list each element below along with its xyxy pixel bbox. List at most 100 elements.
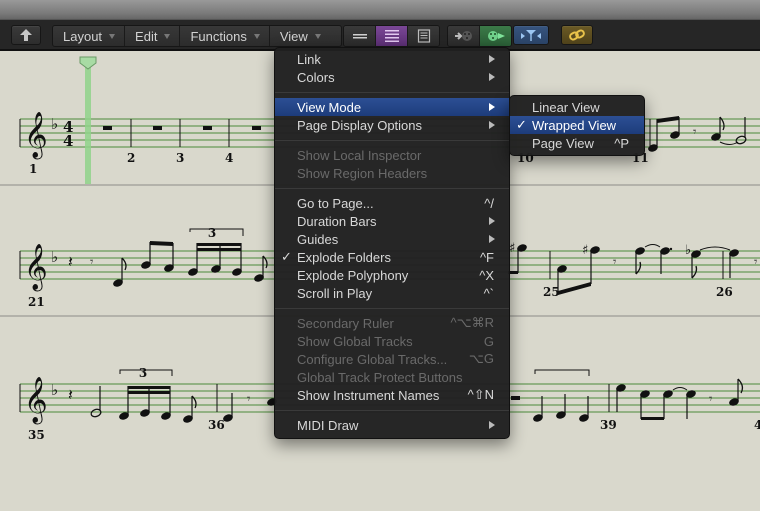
whole-rest [252, 126, 261, 130]
menu-item-guides[interactable]: Guides [275, 230, 509, 248]
bar-number: 39 [600, 418, 617, 432]
bar-number: 21 [28, 295, 45, 309]
menu-separator [275, 92, 509, 93]
bar-number: 4 [225, 151, 233, 165]
menu-item-duration-bars[interactable]: Duration Bars [275, 212, 509, 230]
menu-item-go-to-page[interactable]: Go to Page... ^/ [275, 194, 509, 212]
bar-number: 2 [127, 151, 135, 165]
checkmark-icon: ✓ [281, 249, 292, 264]
menu-item-label: Show Local Inspector [297, 147, 422, 163]
treble-clef-icon: 𝄞 [24, 112, 48, 160]
menu-item-label: Linear View [532, 99, 600, 115]
menu-item-linear-view[interactable]: Linear View [510, 98, 644, 116]
menu-item-label: Global Track Protect Buttons [297, 369, 463, 385]
menu-item-page-view[interactable]: Page View ^P [510, 134, 644, 152]
bar-number: 26 [716, 285, 733, 299]
menu-item-label: Page Display Options [297, 117, 423, 133]
svg-text:𝄽: 𝄽 [68, 385, 73, 404]
svg-text:𝄾: 𝄾 [754, 255, 758, 270]
bar-number: 3 [176, 151, 184, 165]
menu-item-page-display-options[interactable]: Page Display Options [275, 116, 509, 134]
key-signature-flat: ♭ [51, 381, 58, 399]
whole-rest [153, 126, 162, 130]
menu-separator [275, 410, 509, 411]
menu-separator [275, 188, 509, 189]
menu-item-label: Secondary Ruler [297, 315, 394, 331]
svg-text:♯: ♯ [582, 243, 588, 258]
menu-item-label: Link [297, 51, 321, 67]
svg-text:𝄽: 𝄽 [68, 252, 73, 271]
view-menu-dropdown: Link Colors View Mode Page Display Options S… [274, 47, 510, 439]
menu-item-label: Duration Bars [297, 213, 377, 229]
submenu-arrow-icon [489, 235, 495, 243]
treble-clef-icon: 𝄞 [24, 377, 48, 425]
treble-clef-icon: 𝄞 [24, 244, 48, 292]
whole-rest [203, 126, 212, 130]
menu-item-label: Explode Folders [297, 249, 391, 265]
svg-text:𝄾: 𝄾 [613, 255, 617, 270]
menu-item-show-region-headers: Show Region Headers [275, 164, 509, 182]
playhead[interactable] [85, 60, 91, 184]
submenu-arrow-icon [489, 217, 495, 225]
time-signature-bottom: 4 [63, 132, 73, 150]
menu-item-label: Scroll in Play [297, 285, 373, 301]
svg-text:𝄾: 𝄾 [709, 392, 713, 407]
menu-item-shortcut: ^F [479, 249, 494, 265]
menu-item-explode-polyphony[interactable]: Explode Polyphony ^X [275, 266, 509, 284]
submenu-arrow-icon [489, 55, 495, 63]
key-signature-flat: ♭ [51, 115, 58, 133]
menu-item-view-mode[interactable]: View Mode [275, 98, 509, 116]
menu-item-label: Guides [297, 231, 339, 247]
bar-number: 4 [754, 418, 760, 432]
bar-number: 25 [543, 285, 560, 299]
menu-item-shortcut: ^⇧N [467, 387, 494, 402]
svg-text:𝄾: 𝄾 [90, 255, 94, 270]
menu-item-shortcut: ^` [483, 285, 494, 301]
menu-item-shortcut: ⌥G [468, 351, 494, 366]
bar-number: 35 [28, 428, 45, 442]
row-3-notes: 𝄽 𝄾 [68, 369, 277, 423]
menu-item-colors[interactable]: Colors [275, 68, 509, 86]
menu-item-label: Show Global Tracks [297, 333, 413, 349]
tuplet-number: 3 [139, 366, 147, 380]
menu-item-explode-folders[interactable]: ✓ Explode Folders ^F [275, 248, 509, 266]
whole-rest [103, 126, 112, 130]
menu-separator [275, 140, 509, 141]
menu-item-shortcut: ^X [479, 267, 494, 283]
menu-item-link[interactable]: Link [275, 50, 509, 68]
svg-text:𝄾: 𝄾 [693, 125, 697, 140]
checkmark-icon: ✓ [516, 117, 527, 132]
menu-item-wrapped-view[interactable]: ✓ Wrapped View [510, 116, 644, 134]
menu-item-label: Page View [532, 135, 594, 151]
menu-item-configure-global-tracks: Configure Global Tracks... ⌥G [275, 350, 509, 368]
menu-item-show-instrument-names[interactable]: Show Instrument Names ^⇧N [275, 386, 509, 404]
menu-item-label: Configure Global Tracks... [297, 351, 448, 367]
playhead-handle[interactable] [79, 56, 97, 70]
svg-text:♭: ♭ [685, 243, 691, 258]
bar-number: 36 [208, 418, 225, 432]
menu-item-label: Go to Page... [297, 195, 374, 211]
submenu-arrow-icon [489, 121, 495, 129]
menu-item-shortcut: G [483, 333, 494, 349]
menu-item-shortcut: ^P [614, 135, 629, 151]
menu-item-label: Explode Polyphony [297, 267, 409, 283]
menu-item-scroll-in-play[interactable]: Scroll in Play ^` [275, 284, 509, 302]
menu-item-label: Wrapped View [532, 117, 617, 133]
menu-item-label: View Mode [297, 99, 362, 115]
row-3-notes-right: 𝄾 [511, 369, 744, 422]
menu-item-label: Show Instrument Names [297, 387, 440, 403]
menu-item-label: MIDI Draw [297, 417, 359, 433]
key-signature-flat: ♭ [51, 248, 58, 266]
view-mode-submenu: Linear View ✓ Wrapped View Page View ^P [509, 95, 645, 156]
menu-item-shortcut: ^⌥⌘R [450, 315, 494, 330]
bar-number: 1 [29, 162, 37, 176]
submenu-arrow-icon [489, 73, 495, 81]
menu-item-show-global-tracks: Show Global Tracks G [275, 332, 509, 350]
menu-item-shortcut: ^/ [484, 195, 494, 211]
menu-item-midi-draw[interactable]: MIDI Draw [275, 416, 509, 434]
menu-separator [275, 308, 509, 309]
svg-text:𝄾: 𝄾 [247, 392, 251, 407]
menu-item-secondary-ruler: Secondary Ruler ^⌥⌘R [275, 314, 509, 332]
menu-item-label: Show Region Headers [297, 165, 428, 181]
submenu-arrow-icon [489, 421, 495, 429]
